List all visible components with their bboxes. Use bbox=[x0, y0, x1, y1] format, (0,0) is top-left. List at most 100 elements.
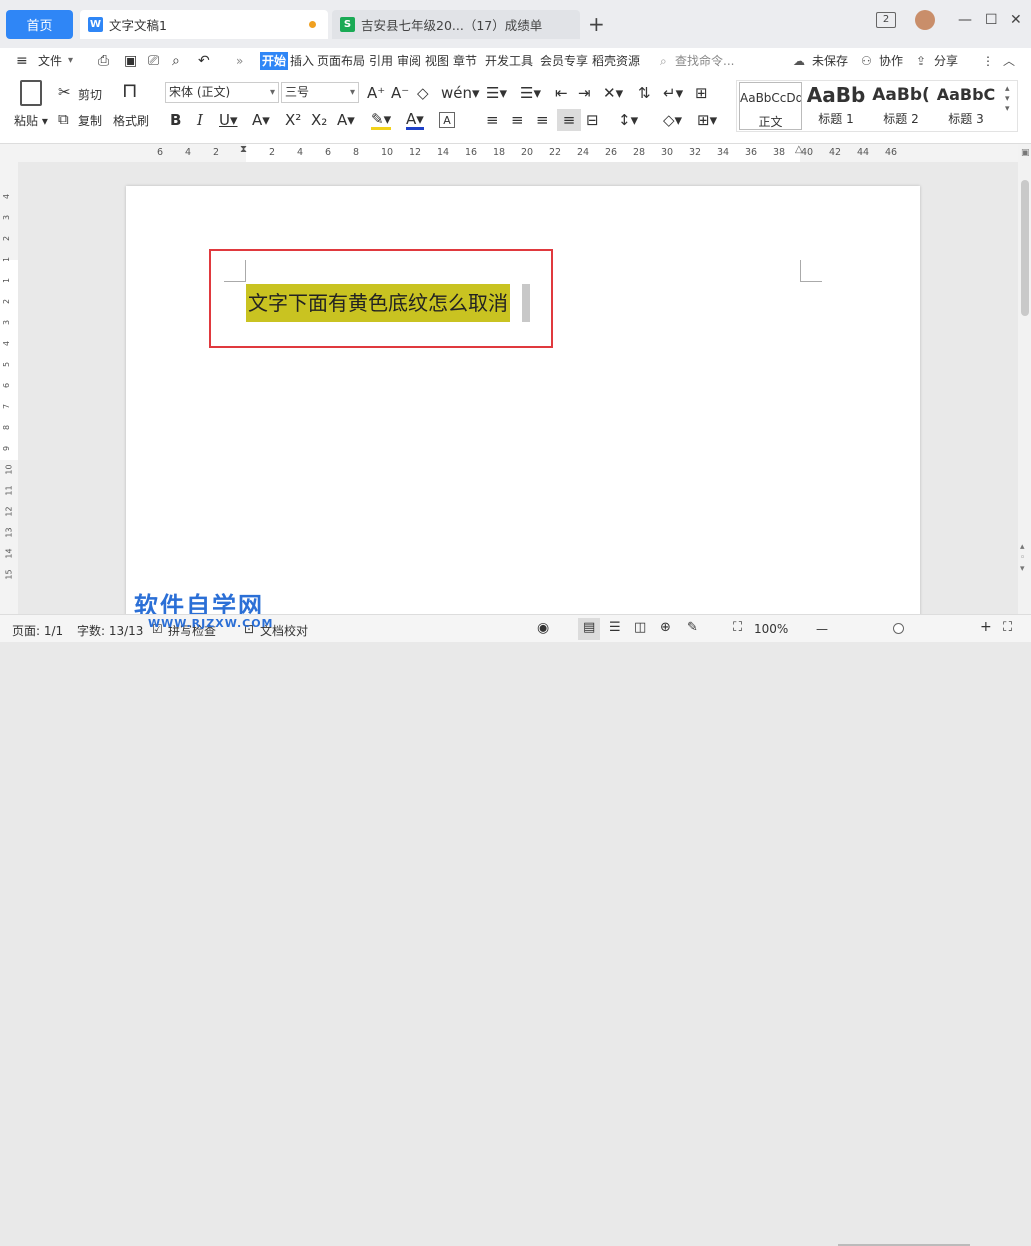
font-size-select[interactable]: 三号 bbox=[281, 82, 359, 103]
share-button[interactable]: 分享 bbox=[934, 52, 958, 70]
home-tab[interactable]: 首页 bbox=[6, 10, 73, 39]
style-heading-1[interactable]: AaBb 标题 1 bbox=[805, 82, 867, 130]
superscript-icon[interactable]: X² bbox=[285, 112, 301, 128]
fullscreen-icon[interactable]: ⛶ bbox=[1003, 620, 1012, 635]
vertical-scrollbar[interactable]: ▣ ▴◦▾ bbox=[1018, 144, 1031, 614]
page-count[interactable]: 页面: 1/1 bbox=[12, 622, 63, 639]
save-icon[interactable]: ⎙ bbox=[98, 52, 109, 70]
menu-reference[interactable]: 引用 bbox=[369, 52, 393, 70]
horizontal-ruler[interactable]: ⧗ △ 642246810121416182022242628303234363… bbox=[0, 144, 1031, 162]
style-normal[interactable]: AaBbCcDd 正文 bbox=[739, 82, 802, 130]
zoom-in-icon[interactable]: + bbox=[980, 619, 992, 635]
phonetic-icon[interactable]: wén▾ bbox=[441, 85, 480, 101]
collapse-ribbon-icon[interactable]: ︿ bbox=[1003, 52, 1015, 70]
font-color-icon[interactable]: A▾ bbox=[406, 111, 424, 130]
outline-view-icon[interactable]: ☰ bbox=[609, 620, 621, 635]
zoom-level[interactable]: 100% bbox=[754, 622, 788, 636]
menu-docer[interactable]: 稻壳资源 bbox=[592, 52, 640, 70]
zoom-slider-thumb[interactable] bbox=[893, 623, 904, 634]
gallery-scroll-icon[interactable]: ▴▾▾ bbox=[1005, 84, 1010, 114]
scrollbar-thumb[interactable] bbox=[1021, 180, 1029, 316]
distribute-icon[interactable]: ⊟ bbox=[586, 112, 599, 128]
tab-bar: 首页 W 文字文稿1 S 吉安县七年级20...（17）成绩单 + 2 — ☐ … bbox=[0, 0, 1031, 48]
style-heading-2[interactable]: AaBb( 标题 2 bbox=[870, 82, 932, 130]
numbered-list-icon[interactable]: ☰▾ bbox=[520, 85, 541, 101]
indent-marker-icon[interactable]: ⧗ bbox=[240, 144, 247, 155]
ruler-tick: 15 bbox=[5, 569, 14, 579]
ruler-tick: 11 bbox=[5, 485, 14, 495]
tab-spreadsheet[interactable]: S 吉安县七年级20...（17）成绩单 bbox=[332, 10, 580, 39]
tab-document-1[interactable]: W 文字文稿1 bbox=[80, 10, 328, 39]
chinese-layout-icon[interactable]: ✕▾ bbox=[603, 85, 623, 101]
menu-chapter[interactable]: 章节 bbox=[453, 52, 477, 70]
write-view-icon[interactable]: ✎ bbox=[687, 620, 698, 635]
subscript-icon[interactable]: X₂ bbox=[311, 112, 327, 128]
undo-icon[interactable]: ↶ bbox=[198, 52, 210, 70]
strikethrough-icon[interactable]: A▾ bbox=[252, 112, 270, 128]
grow-font-icon[interactable]: A⁺ bbox=[367, 85, 385, 101]
chevron-down-icon[interactable]: ▾ bbox=[68, 52, 73, 70]
bullet-list-icon[interactable]: ☰▾ bbox=[486, 85, 507, 101]
format-painter-button[interactable]: 格式刷 bbox=[113, 112, 149, 129]
search-command-input[interactable]: 查找命令... bbox=[675, 52, 734, 70]
fit-page-icon[interactable]: ⛶ bbox=[733, 620, 742, 635]
sort-icon[interactable]: ⇅ bbox=[638, 85, 651, 101]
menu-view[interactable]: 视图 bbox=[425, 52, 449, 70]
bold-icon[interactable]: B bbox=[170, 112, 181, 128]
zoom-out-icon[interactable]: — bbox=[816, 622, 828, 636]
print-icon[interactable]: ⎚ bbox=[148, 52, 159, 70]
maximize-icon[interactable]: ☐ bbox=[985, 12, 998, 28]
cut-button[interactable]: 剪切 bbox=[78, 86, 102, 103]
shrink-font-icon[interactable]: A⁻ bbox=[391, 85, 409, 101]
menu-file[interactable]: 文件 bbox=[38, 52, 62, 70]
menu-insert[interactable]: 插入 bbox=[290, 52, 314, 70]
avatar[interactable] bbox=[915, 10, 935, 30]
align-center-icon[interactable]: ≡ bbox=[511, 112, 524, 128]
menu-member[interactable]: 会员专享 bbox=[540, 52, 588, 70]
eye-protection-icon[interactable]: ◉ bbox=[537, 620, 549, 636]
highlight-color-icon[interactable]: ✎▾ bbox=[371, 111, 391, 130]
search-icon[interactable]: ⌕ bbox=[660, 52, 667, 70]
copy-button[interactable]: 复制 bbox=[78, 112, 102, 129]
reading-view-icon[interactable]: ◫ bbox=[634, 620, 646, 635]
show-marks-icon[interactable]: ↵▾ bbox=[663, 85, 683, 101]
shading-icon[interactable]: ◇▾ bbox=[663, 112, 682, 128]
scroll-top-icon[interactable]: ▣ bbox=[1021, 148, 1030, 158]
paste-icon[interactable] bbox=[20, 80, 42, 106]
vertical-ruler[interactable]: 4321123456789101112131415 bbox=[0, 162, 18, 614]
window-count-icon[interactable]: 2 bbox=[876, 12, 896, 28]
preview-icon[interactable]: ⌕ bbox=[172, 52, 180, 70]
hamburger-icon[interactable]: ≡ bbox=[16, 52, 28, 70]
collab-button[interactable]: 协作 bbox=[879, 52, 903, 70]
style-heading-3[interactable]: AaBbC 标题 3 bbox=[935, 82, 997, 130]
minimize-icon[interactable]: — bbox=[958, 12, 972, 28]
increase-indent-icon[interactable]: ⇥ bbox=[578, 85, 591, 101]
more-options-icon[interactable]: ⋮ bbox=[982, 52, 994, 70]
italic-icon[interactable]: I bbox=[197, 112, 203, 128]
font-name-select[interactable]: 宋体 (正文) bbox=[165, 82, 279, 103]
underline-icon[interactable]: U▾ bbox=[219, 112, 238, 128]
decrease-indent-icon[interactable]: ⇤ bbox=[555, 85, 568, 101]
paste-button[interactable]: 粘贴 ▾ bbox=[14, 112, 48, 129]
line-spacing-icon[interactable]: ↕▾ bbox=[618, 112, 638, 128]
web-view-icon[interactable]: ⊕ bbox=[660, 620, 671, 635]
text-effect-icon[interactable]: A▾ bbox=[337, 112, 355, 128]
align-left-icon[interactable]: ≡ bbox=[486, 112, 499, 128]
clear-format-icon[interactable]: ◇ bbox=[417, 85, 429, 101]
char-border-icon[interactable]: A bbox=[439, 112, 455, 128]
word-count[interactable]: 字数: 13/13 bbox=[77, 622, 143, 639]
justify-icon[interactable]: ≡ bbox=[557, 109, 581, 131]
menu-layout[interactable]: 页面布局 bbox=[317, 52, 365, 70]
close-icon[interactable]: ✕ bbox=[1010, 12, 1022, 28]
new-tab-plus-icon[interactable]: + bbox=[588, 14, 605, 34]
unsaved-button[interactable]: 未保存 bbox=[812, 52, 848, 70]
export-icon[interactable]: ▣ bbox=[124, 52, 137, 70]
more-icon[interactable]: » bbox=[236, 52, 243, 70]
menu-start[interactable]: 开始 bbox=[260, 52, 288, 70]
align-right-icon[interactable]: ≡ bbox=[536, 112, 549, 128]
menu-developer[interactable]: 开发工具 bbox=[485, 52, 533, 70]
table-tools-icon[interactable]: ⊞ bbox=[695, 85, 708, 101]
menu-review[interactable]: 审阅 bbox=[397, 52, 421, 70]
scroll-nav-icons[interactable]: ▴◦▾ bbox=[1020, 542, 1025, 575]
border-icon[interactable]: ⊞▾ bbox=[697, 112, 717, 128]
